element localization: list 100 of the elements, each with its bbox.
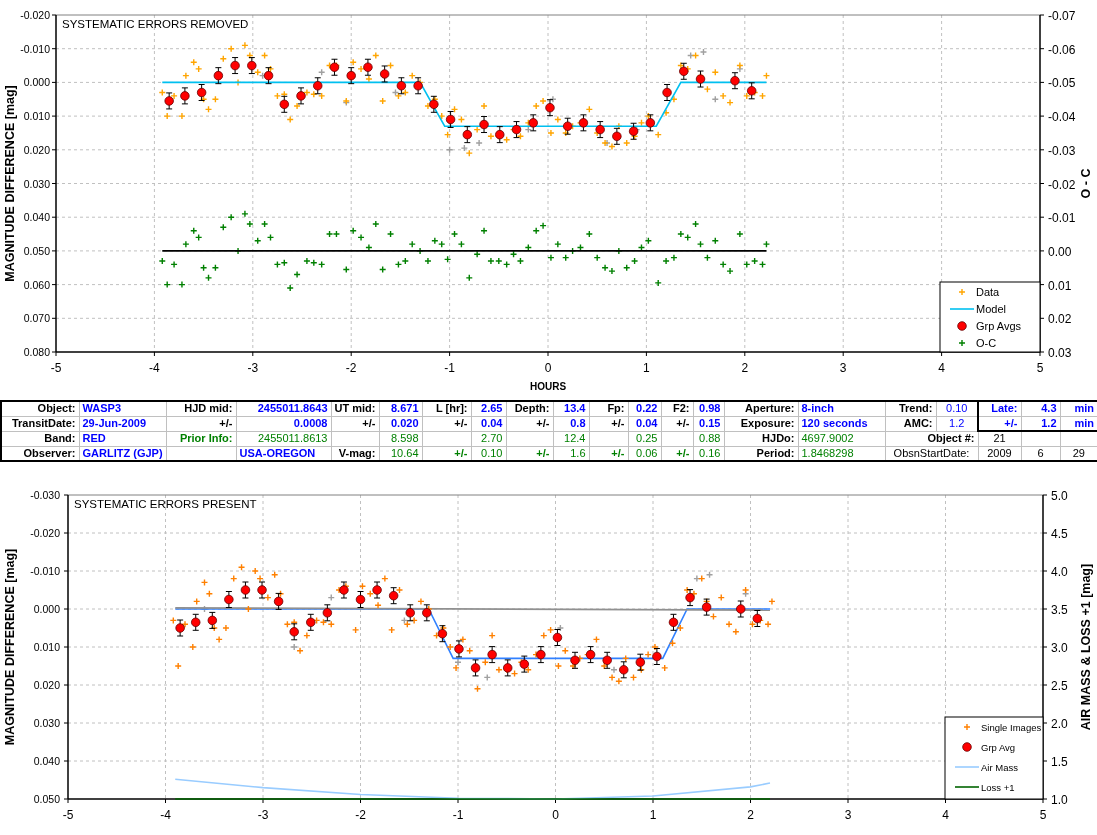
field-value: 2.65 xyxy=(471,401,506,416)
chart-title: SYSTEMATIC ERRORS REMOVED xyxy=(62,18,249,30)
field-label: F2: xyxy=(661,401,693,416)
field-value: 4.3 xyxy=(1021,401,1060,416)
tick-label: 1 xyxy=(649,808,657,822)
field-value: min xyxy=(1060,401,1097,416)
tick-label: 3.5 xyxy=(1051,603,1068,617)
field-value: +/- xyxy=(978,416,1021,431)
tick-label: 0.000 xyxy=(23,76,50,89)
tick-label: -1 xyxy=(444,361,455,375)
tick-label: 0.020 xyxy=(23,143,50,156)
field-value: 0.04 xyxy=(628,416,661,431)
tick-label: 0.040 xyxy=(33,755,60,767)
field-value: 0.10 xyxy=(936,401,978,416)
field-label: +/- xyxy=(506,416,553,431)
field-label: Exposure: xyxy=(724,416,798,431)
legend-label: Grp Avg xyxy=(981,742,1016,753)
field-label: Aperture: xyxy=(724,401,798,416)
tick-label: -0.030 xyxy=(30,489,60,501)
tick-label: 4 xyxy=(942,808,949,822)
tick-label: -0.07 xyxy=(1048,9,1076,23)
tick-label: -3 xyxy=(247,361,259,375)
tick-label: 0.02 xyxy=(1048,312,1072,327)
field-value: 8.598 xyxy=(379,431,422,446)
field-value: 29-Jun-2009 xyxy=(79,416,166,431)
tick-label: 1.0 xyxy=(1051,793,1068,807)
field-value: 0.15 xyxy=(693,416,724,431)
field-label: Prior Info: xyxy=(166,431,236,446)
tick-label: -0.04 xyxy=(1048,110,1076,125)
tick-label: 4.0 xyxy=(1051,565,1068,579)
tick-label: 3 xyxy=(839,361,847,375)
tick-label: 0.050 xyxy=(23,244,50,257)
field-label: Trend: xyxy=(885,401,936,416)
tick-label: 0.030 xyxy=(23,177,50,190)
tick-label: 2 xyxy=(741,361,749,375)
legend-label: O-C xyxy=(976,337,997,349)
field-label: HJDo: xyxy=(724,431,798,446)
tick-label: 3.0 xyxy=(1051,641,1068,655)
tick-label: 1 xyxy=(643,361,650,375)
field-label: +/- xyxy=(661,416,693,431)
tick-label: 2.0 xyxy=(1051,717,1068,731)
field-value: 8-inch xyxy=(798,401,885,416)
field-label: Depth: xyxy=(506,401,553,416)
tick-label: -0.020 xyxy=(30,527,60,539)
field-label: +/- xyxy=(166,416,236,431)
field-label: HJD mid: xyxy=(166,401,236,416)
field-value: min xyxy=(1060,416,1097,431)
tick-label: -4 xyxy=(149,361,160,375)
field-label: Object: xyxy=(1,401,79,416)
field-value: 13.4 xyxy=(553,401,589,416)
tick-label: -3 xyxy=(257,808,269,822)
tick-label: -0.010 xyxy=(20,42,50,55)
field-value: 2455011.8643 xyxy=(236,401,331,416)
tick-label: 4.5 xyxy=(1051,527,1068,541)
field-value: WASP3 xyxy=(79,401,166,416)
tick-label: -0.03 xyxy=(1048,143,1076,158)
legend-label: Grp Avgs xyxy=(976,320,1022,332)
tick-label: -5 xyxy=(62,808,74,822)
axis-title: HOURS xyxy=(529,381,567,392)
field-label: AMC: xyxy=(885,416,936,431)
legend-label: Data xyxy=(976,286,1000,298)
tick-label: -5 xyxy=(50,361,62,375)
tick-label: 0.000 xyxy=(33,603,60,615)
field-value: 8.671 xyxy=(379,401,422,416)
tick-label: -4 xyxy=(160,808,171,822)
tick-label: -0.010 xyxy=(30,565,60,577)
field-label: Object #: xyxy=(885,431,978,446)
tick-label: 0.040 xyxy=(23,211,50,224)
field-value: 2455011.8613 xyxy=(236,431,331,446)
tick-label: 0.060 xyxy=(23,278,50,291)
field-value: 21 xyxy=(978,431,1021,446)
field-value: 0.0008 xyxy=(236,416,331,431)
tick-label: 2 xyxy=(747,808,754,822)
field-value: 4697.9002 xyxy=(798,431,885,446)
field-value: 0.22 xyxy=(628,401,661,416)
tick-label: 1.5 xyxy=(1051,755,1068,769)
field-label: +/- xyxy=(331,416,379,431)
tick-label: 0.01 xyxy=(1048,278,1072,293)
tick-label: -0.020 xyxy=(20,9,50,21)
tick-label: -0.02 xyxy=(1048,177,1076,192)
axis-title: AIR MASS & LOSS +1 [mag] xyxy=(1079,563,1093,731)
field-value: 120 seconds xyxy=(798,416,885,431)
legend-label: Model xyxy=(976,303,1006,315)
tick-label: 0.03 xyxy=(1048,346,1072,360)
field-label: UT mid: xyxy=(331,401,379,416)
tick-label: -1 xyxy=(452,808,464,822)
legend-label: Air Mass xyxy=(981,762,1018,773)
axis-title: MAGNITUDE DIFFERENCE [mag] xyxy=(3,85,17,282)
legend-label: Single Images xyxy=(981,722,1042,733)
tick-label: -0.05 xyxy=(1048,76,1076,91)
tick-label: 5 xyxy=(1039,808,1047,822)
field-label: Band: xyxy=(1,431,79,446)
field-value: 2.70 xyxy=(471,431,506,446)
tick-label: 0.080 xyxy=(23,346,50,358)
tick-label: 5.0 xyxy=(1051,489,1068,503)
tick-label: 0.050 xyxy=(33,793,60,805)
field-value: 0.04 xyxy=(471,416,506,431)
field-value: Late: xyxy=(978,401,1021,416)
chart-title: SYSTEMATIC ERRORS PRESENT xyxy=(74,498,257,510)
tick-label: 3 xyxy=(844,808,852,822)
